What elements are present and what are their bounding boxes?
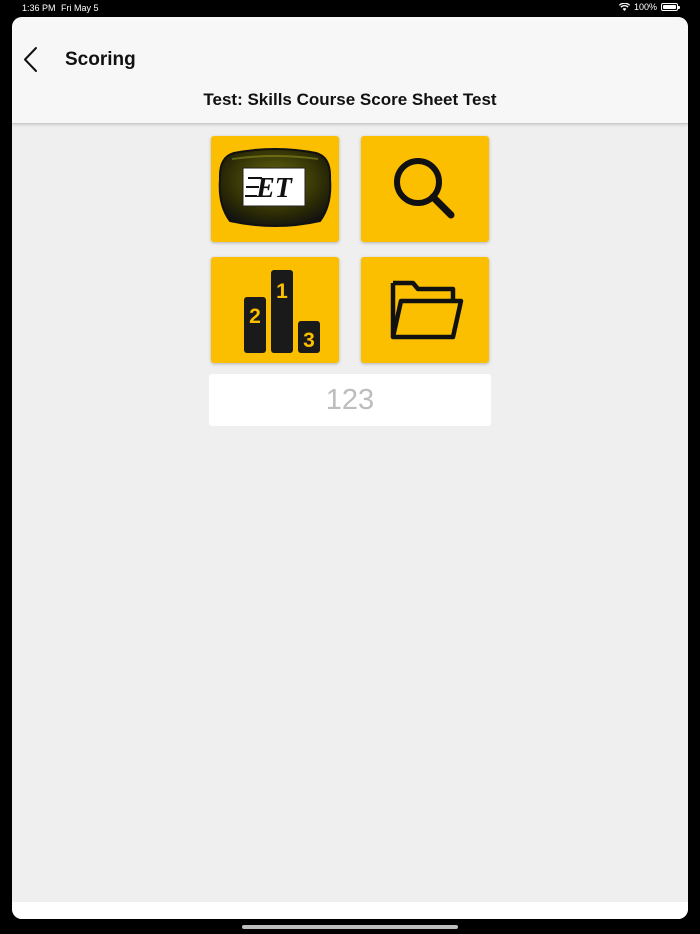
app-sheet: Scoring Test: Skills Course Score Sheet … (12, 17, 688, 919)
status-right: 100% (618, 2, 680, 12)
leaderboard-tile-button[interactable]: 1 2 3 (211, 257, 339, 363)
search-tile-button[interactable] (361, 136, 489, 242)
nav-title: Scoring (65, 49, 136, 70)
podium-icon: 1 2 3 (244, 270, 320, 353)
chevron-left-icon (24, 47, 37, 72)
navigation-bar: Scoring Test: Skills Course Score Sheet … (12, 17, 688, 124)
wifi-icon (618, 3, 630, 11)
battery-icon (661, 3, 680, 11)
bottom-toolbar (12, 902, 688, 919)
number-input[interactable] (209, 374, 491, 426)
home-indicator[interactable] (242, 925, 458, 929)
back-button[interactable] (16, 45, 46, 75)
rank-3-label: 3 (303, 329, 315, 352)
status-time: 1:36 PM (22, 3, 56, 13)
files-tile-button[interactable] (361, 257, 489, 363)
search-icon (394, 158, 455, 219)
status-date: Fri May 5 (61, 3, 99, 13)
scanner-tile-button[interactable]: ET (211, 136, 339, 242)
rank-1-label: 1 (276, 280, 288, 303)
status-bar: 1:36 PM Fri May 5 100% (0, 0, 700, 17)
rank-2-label: 2 (249, 305, 261, 328)
page-subtitle: Test: Skills Course Score Sheet Test (203, 90, 497, 109)
et-device-icon: ET (218, 148, 332, 227)
battery-percent: 100% (633, 2, 657, 12)
folder-icon (390, 280, 464, 340)
